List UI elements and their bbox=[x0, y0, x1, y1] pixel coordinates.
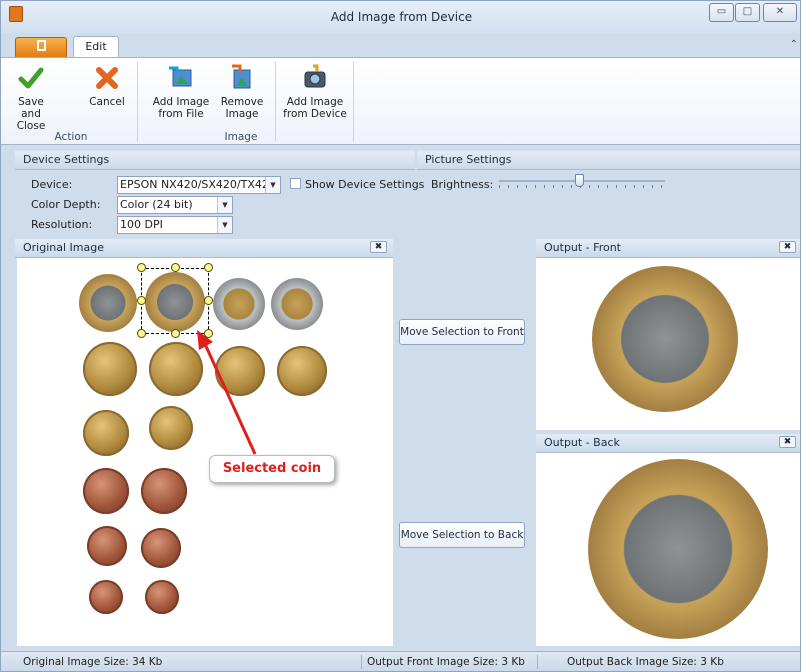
status-bar: Original Image Size: 34 Kb Output Front … bbox=[1, 651, 800, 671]
coin bbox=[83, 342, 137, 396]
chevron-down-icon[interactable]: ▼ bbox=[217, 217, 232, 233]
output-back-header: Output - Back bbox=[536, 434, 800, 453]
selection-handle[interactable] bbox=[137, 263, 146, 272]
selection-handle[interactable] bbox=[137, 296, 146, 305]
output-front-canvas bbox=[536, 258, 800, 430]
window-title: Add Image from Device bbox=[330, 10, 473, 24]
show-device-settings-checkbox[interactable] bbox=[290, 178, 301, 189]
file-tab-icon bbox=[15, 37, 67, 57]
cancel-x-icon bbox=[96, 67, 118, 89]
coin bbox=[83, 468, 129, 514]
minimize-icon[interactable]: ▭ bbox=[709, 3, 734, 22]
move-buttons-column bbox=[393, 258, 529, 646]
image-add-icon bbox=[169, 66, 192, 87]
back-size-status: Output Back Image Size: 3 Kb bbox=[567, 656, 724, 668]
cancel-label: Cancel bbox=[89, 96, 125, 108]
resolution-value: 100 DPI bbox=[120, 218, 163, 231]
remove-image-label: Remove Image bbox=[220, 96, 264, 120]
coin bbox=[141, 528, 181, 568]
save-and-close-label: Save and Close bbox=[16, 96, 46, 132]
add-image-from-device-button[interactable]: Add Image from Device bbox=[283, 64, 347, 120]
picture-settings-header: Picture Settings bbox=[417, 151, 800, 170]
ribbon-separator bbox=[137, 62, 138, 142]
device-settings-header: Device Settings bbox=[15, 151, 415, 170]
maximize-icon[interactable]: □ bbox=[735, 3, 760, 22]
front-coin-image bbox=[592, 266, 738, 412]
close-original-icon[interactable]: ✖ bbox=[370, 241, 387, 253]
original-size-status: Original Image Size: 34 Kb bbox=[23, 656, 163, 668]
status-divider bbox=[361, 655, 362, 669]
back-coin-image bbox=[588, 459, 768, 639]
save-and-close-button[interactable]: Save and Close bbox=[9, 64, 53, 132]
move-selection-to-back-button[interactable]: Move Selection to Back bbox=[399, 522, 525, 548]
ribbon: Save and Close Cancel Action Add Image f… bbox=[1, 57, 800, 145]
add-image-window: Add Image from Device ▭ □ ✕ Edit ⌃ Save … bbox=[0, 0, 801, 672]
annotation-arrow bbox=[197, 330, 257, 455]
selection-handle[interactable] bbox=[171, 263, 180, 272]
cancel-button[interactable]: Cancel bbox=[87, 64, 127, 108]
add-from-file-label: Add Image from File bbox=[152, 96, 210, 120]
original-image-header: Original Image bbox=[15, 239, 393, 258]
close-front-icon[interactable]: ✖ bbox=[779, 241, 796, 253]
ribbon-separator bbox=[353, 62, 354, 142]
add-from-device-label: Add Image from Device bbox=[283, 96, 347, 120]
move-selection-to-front-button[interactable]: Move Selection to Front bbox=[399, 319, 525, 345]
slider-thumb[interactable] bbox=[575, 174, 584, 187]
close-back-icon[interactable]: ✖ bbox=[779, 436, 796, 448]
ribbon-tabs: Edit ⌃ bbox=[1, 33, 800, 58]
resolution-label: Resolution: bbox=[31, 218, 93, 231]
coin bbox=[141, 468, 187, 514]
remove-image-button[interactable]: Remove Image bbox=[219, 64, 265, 120]
selection-rectangle[interactable] bbox=[141, 268, 209, 334]
selection-handle[interactable] bbox=[204, 296, 213, 305]
coin bbox=[277, 346, 327, 396]
checkmark-icon bbox=[18, 67, 44, 89]
coin bbox=[145, 580, 179, 614]
image-group-label: Image bbox=[224, 131, 258, 143]
brightness-slider[interactable] bbox=[499, 174, 665, 192]
annotation-callout: Selected coin bbox=[209, 455, 335, 483]
coin bbox=[213, 278, 265, 330]
ribbon-separator bbox=[275, 62, 276, 142]
color-depth-value: Color (24 bit) bbox=[120, 198, 193, 211]
coin bbox=[89, 580, 123, 614]
selection-handle[interactable] bbox=[204, 263, 213, 272]
device-value: EPSON NX420/SX420/TX420/N bbox=[120, 178, 281, 191]
selection-handle[interactable] bbox=[171, 329, 180, 338]
add-image-from-file-button[interactable]: Add Image from File bbox=[149, 64, 213, 120]
resolution-select[interactable]: 100 DPI ▼ bbox=[117, 216, 233, 234]
coin bbox=[79, 274, 137, 332]
output-front-header: Output - Front bbox=[536, 239, 800, 258]
show-device-settings-label[interactable]: Show Device Settings bbox=[305, 178, 424, 191]
front-size-status: Output Front Image Size: 3 Kb bbox=[367, 656, 525, 668]
chevron-down-icon[interactable]: ▼ bbox=[217, 197, 232, 213]
color-depth-label: Color Depth: bbox=[31, 198, 101, 211]
device-select[interactable]: EPSON NX420/SX420/TX420/N ▼ bbox=[117, 176, 281, 194]
selection-handle[interactable] bbox=[137, 329, 146, 338]
coin bbox=[87, 526, 127, 566]
brightness-label: Brightness: bbox=[431, 178, 494, 191]
status-divider bbox=[537, 655, 538, 669]
coin bbox=[83, 410, 129, 456]
title-bar: Add Image from Device ▭ □ ✕ bbox=[1, 1, 800, 33]
camera-device-icon bbox=[304, 64, 326, 88]
image-remove-icon bbox=[232, 64, 251, 89]
coin bbox=[149, 406, 193, 450]
collapse-ribbon-icon[interactable]: ⌃ bbox=[790, 39, 798, 50]
tab-edit[interactable]: Edit bbox=[73, 36, 119, 58]
output-back-canvas bbox=[536, 453, 800, 646]
color-depth-select[interactable]: Color (24 bit) ▼ bbox=[117, 196, 233, 214]
coin bbox=[271, 278, 323, 330]
close-icon[interactable]: ✕ bbox=[763, 3, 797, 22]
device-label: Device: bbox=[31, 178, 73, 191]
original-image-canvas[interactable]: Selected coin bbox=[17, 258, 393, 646]
action-group-label: Action bbox=[54, 131, 88, 143]
chevron-down-icon[interactable]: ▼ bbox=[265, 177, 280, 193]
